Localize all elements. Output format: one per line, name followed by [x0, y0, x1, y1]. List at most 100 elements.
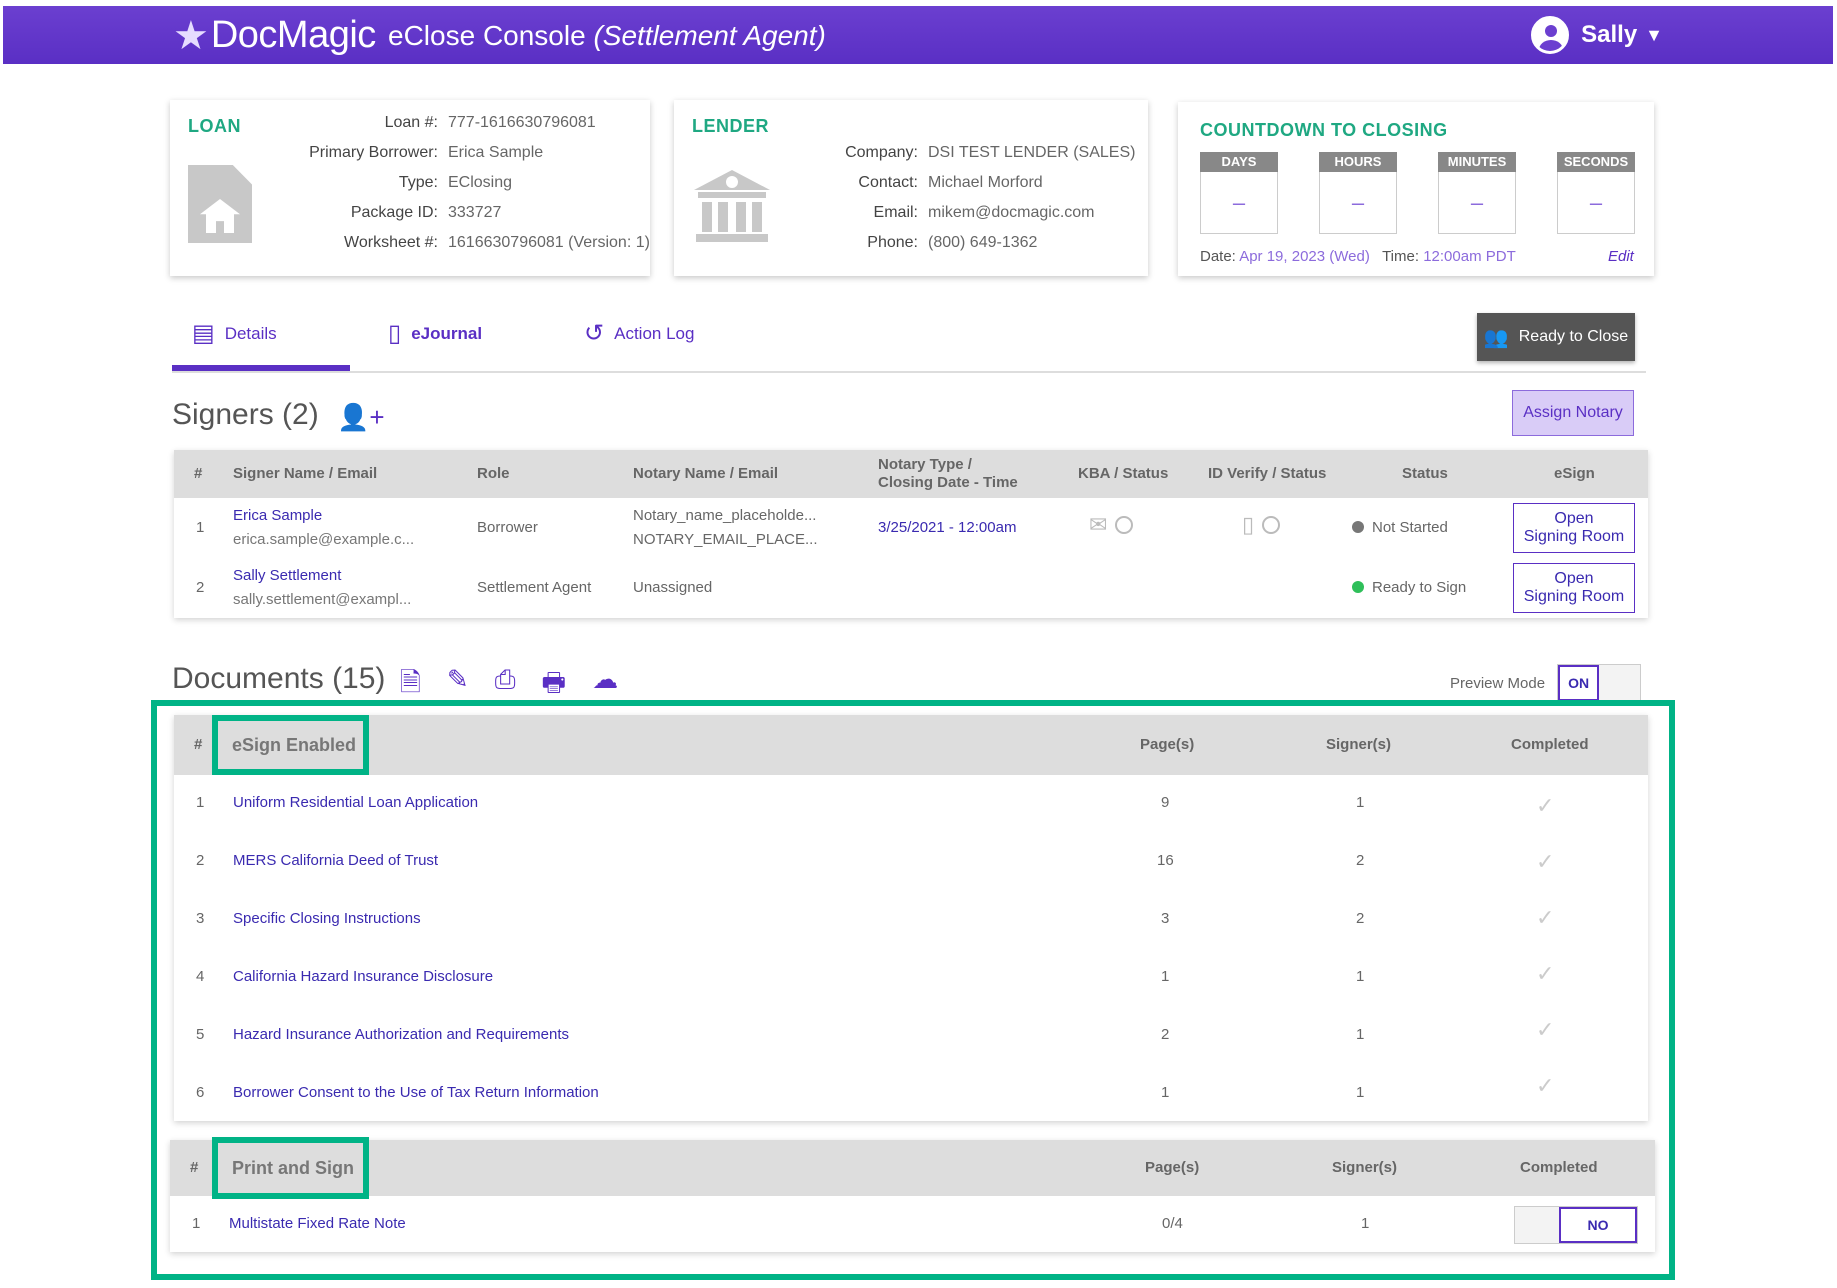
signer-row-1-status: Not Started [1352, 516, 1448, 540]
closing-date-time: Date: Apr 19, 2023 (Wed) Time: 12:00am P… [1200, 248, 1516, 265]
open-signing-room-button[interactable]: Open Signing Room [1513, 563, 1635, 613]
doc-row-2-pages: 16 [1157, 852, 1174, 869]
loan-card: LOAN Loan #: 777-1616630796081 Primary Bo… [170, 100, 650, 276]
top-bar: ★ DocMagic eClose Console (Settlement Ag… [3, 6, 1833, 64]
signer-row-1-num: 1 [196, 519, 205, 536]
lender-card: LENDER Company: DSI TEST LENDER (SALES) C… [674, 100, 1148, 276]
signer-row-2-status: Ready to Sign [1352, 576, 1466, 600]
edit-closing-link[interactable]: Edit [1608, 248, 1634, 265]
lender-card-title: LENDER [692, 116, 770, 136]
signer-row-2-num: 2 [196, 579, 205, 596]
doc-row-6-num: 6 [196, 1084, 205, 1101]
doc-row-6-name[interactable]: Borrower Consent to the Use of Tax Retur… [233, 1083, 599, 1103]
countdown-title: COUNTDOWN TO CLOSING [1200, 120, 1448, 140]
doc-row-5-pages: 2 [1161, 1026, 1170, 1043]
assign-notary-button[interactable]: Assign Notary [1512, 390, 1634, 436]
signer-row-1-kba-icon: ✉ [1089, 512, 1134, 538]
esign-table-header [174, 715, 1648, 775]
esign-enabled-label: eSign Enabled [212, 715, 369, 775]
doc-row-1-signers: 1 [1356, 794, 1365, 811]
signer-row-1-email: erica.sample@example.c... [233, 531, 415, 548]
status-dot-icon [1352, 521, 1364, 533]
hours-box: HOURS – [1319, 152, 1397, 234]
tab-ejournal[interactable]: ▯ eJournal [388, 319, 482, 348]
status-dot-icon [1352, 581, 1364, 593]
loan-fields: Loan #: 777-1616630796081 Primary Borrowe… [309, 114, 650, 251]
print-sign-col-num: # [190, 1159, 199, 1176]
documents-title: Documents (15) [172, 662, 386, 695]
col-num: # [194, 465, 203, 482]
col-notary-name: Notary Name / Email [633, 465, 779, 482]
doc-row-4-num: 4 [196, 968, 205, 985]
days-box: DAYS – [1200, 152, 1278, 234]
col-signer-name: Signer Name / Email [233, 465, 378, 482]
active-tab-indicator [172, 365, 350, 371]
print-sign-table-header [170, 1140, 1655, 1196]
signers-table: # Signer Name / Email Role Notary Name /… [174, 450, 1648, 618]
kba-status-circle-icon [1115, 516, 1134, 534]
star-icon: ★ [173, 13, 209, 58]
doc-row-1-num: 1 [196, 794, 205, 811]
col-notary-type: Notary Type / Closing Date - Time [878, 456, 1018, 491]
user-menu[interactable]: Sally ▼ [1531, 16, 1663, 54]
signer-row-1-name[interactable]: Erica Sample [233, 504, 322, 528]
completed-check-icon: ✓ [1536, 849, 1555, 874]
print-sign-row-1-pages: 0/4 [1162, 1215, 1183, 1232]
user-name: Sally [1581, 21, 1638, 48]
esign-col-signers: Signer(s) [1326, 736, 1392, 753]
seconds-box: SECONDS – [1557, 152, 1635, 234]
col-status: Status [1402, 465, 1448, 482]
doc-row-5-signers: 1 [1356, 1026, 1365, 1043]
signer-row-2-notary-name: Unassigned [633, 579, 713, 596]
doc-row-2-name[interactable]: MERS California Deed of Trust [233, 851, 438, 871]
doc-row-4-name[interactable]: California Hazard Insurance Disclosure [233, 967, 493, 987]
esign-col-pages: Page(s) [1140, 736, 1195, 753]
doc-row-3-pages: 3 [1161, 910, 1170, 927]
document-icon: ▯ [388, 320, 402, 347]
doc-row-2-signers: 2 [1356, 852, 1365, 869]
signer-row-2-name[interactable]: Sally Settlement [233, 564, 341, 588]
preview-mode-toggle[interactable]: ON [1557, 664, 1642, 702]
print-sign-col-pages: Page(s) [1145, 1159, 1200, 1176]
signer-row-1-role: Borrower [477, 519, 538, 536]
minutes-box: MINUTES – [1438, 152, 1516, 234]
esign-documents-table: # eSign Enabled Page(s) Signer(s) Comple… [174, 715, 1648, 1121]
col-kba: KBA / Status [1078, 465, 1169, 482]
docmagic-logo[interactable]: ★ DocMagic [173, 14, 376, 57]
doc-row-2-num: 2 [196, 852, 205, 869]
tab-details[interactable]: ▤ Details [192, 319, 277, 348]
group-icon: 👥 [1483, 326, 1509, 349]
brand-name: DocMagic [210, 14, 376, 56]
history-icon: ↺ [584, 320, 605, 347]
print-sign-row-1-name[interactable]: Multistate Fixed Rate Note [229, 1214, 406, 1234]
app-title: eClose Console (Settlement Agent) [388, 20, 826, 51]
completed-check-icon: ✓ [1536, 1073, 1555, 1098]
signer-row-2-role: Settlement Agent [477, 579, 592, 596]
doc-row-1-name[interactable]: Uniform Residential Loan Application [233, 793, 478, 813]
completed-toggle[interactable]: NO [1514, 1206, 1638, 1244]
doc-row-1-pages: 9 [1161, 794, 1170, 811]
signer-row-2-email: sally.settlement@exampl... [233, 591, 412, 608]
col-role: Role [477, 465, 510, 482]
doc-row-6-pages: 1 [1161, 1084, 1170, 1101]
id-card-icon: ▤ [192, 320, 215, 347]
doc-row-5-name[interactable]: Hazard Insurance Authorization and Requi… [233, 1025, 569, 1045]
signer-row-1-notary-email: NOTARY_EMAIL_PLACE... [633, 531, 818, 548]
doc-row-4-pages: 1 [1161, 968, 1170, 985]
countdown-card: COUNTDOWN TO CLOSING DAYS – HOURS – MINU… [1178, 102, 1654, 276]
ready-to-close-button[interactable]: 👥 Ready to Close [1477, 313, 1635, 361]
add-signer-icon[interactable]: 👤+ [337, 402, 385, 433]
caret-down-icon: ▼ [1645, 24, 1663, 45]
preview-mode: Preview Mode ON [1450, 664, 1642, 702]
signer-row-1-id-verify-icon: ▯ [1242, 512, 1281, 538]
tab-action-log[interactable]: ↺ Action Log [584, 319, 694, 348]
print-sign-row-1-num: 1 [192, 1215, 201, 1232]
open-signing-room-button[interactable]: Open Signing Room [1513, 503, 1635, 553]
doc-row-3-name[interactable]: Specific Closing Instructions [233, 909, 421, 929]
print-sign-col-signers: Signer(s) [1332, 1159, 1398, 1176]
doc-row-5-num: 5 [196, 1026, 205, 1043]
signer-row-1-closing: 3/25/2021 - 12:00am [878, 519, 1017, 536]
lender-fields: Company: DSI TEST LENDER (SALES) Contact:… [845, 144, 1136, 251]
completed-check-icon: ✓ [1536, 961, 1555, 986]
esign-col-completed: Completed [1511, 736, 1589, 753]
